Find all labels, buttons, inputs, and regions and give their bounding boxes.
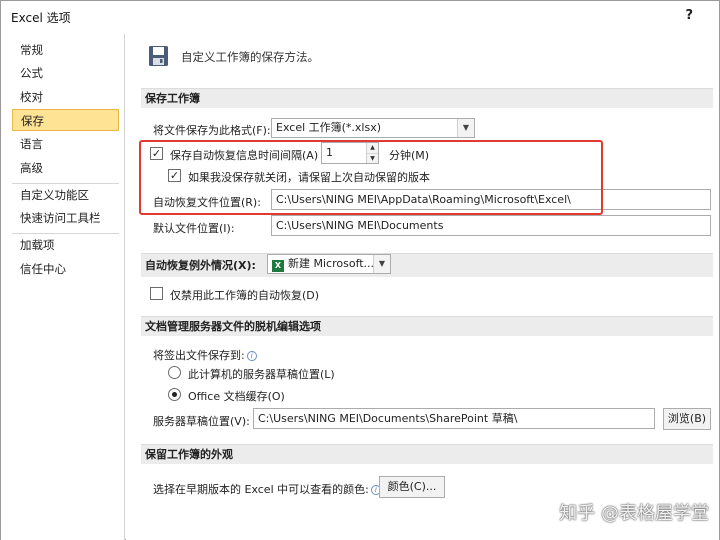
checkout-location-text: 将签出文件保存到: (153, 349, 245, 362)
checkout-location-label: 将签出文件保存到: i (153, 347, 257, 363)
autorecover-minutes-stepper[interactable]: 1 ▲ ▼ (321, 142, 379, 164)
minutes-label: 分钟(M) (389, 149, 430, 162)
autorecover-workbook-value: 新建 Microsoft... (288, 257, 375, 270)
watermark-text: 知乎 @表格屋学堂 (559, 503, 709, 524)
sidebar-item-add-ins[interactable]: 加载项 (12, 234, 119, 256)
excel-options-dialog: Excel 选项 ? 常规 公式 校对 保存 语言 高级 自定义功能区 快速访问… (0, 0, 720, 540)
colors-button[interactable]: 颜色(C)... (379, 476, 445, 498)
sidebar-item-quick-access-toolbar[interactable]: 快速访问工具栏 (12, 207, 119, 229)
autorecover-location-input[interactable]: C:\Users\NING MEI\AppData\Roaming\Micros… (271, 189, 711, 210)
keep-last-version-label: 如果我没保存就关闭，请保留上次自动保留的版本 (188, 171, 430, 184)
stepper-up-icon[interactable]: ▲ (367, 143, 378, 153)
chevron-down-icon: ▼ (373, 255, 390, 273)
server-drafts-label: 此计算机的服务器草稿位置(L) (188, 368, 335, 381)
disable-autorecover-label: 仅禁用此工作簿的自动恢复(D) (170, 289, 320, 302)
section-preserve-appearance: 保留工作簿的外观 (141, 444, 713, 464)
office-cache-label: Office 文档缓存(O) (188, 390, 285, 403)
sidebar-item-proofing[interactable]: 校对 (12, 86, 119, 108)
autorecover-checkbox[interactable]: ✓ (150, 147, 163, 160)
stepper-down-icon[interactable]: ▼ (367, 153, 378, 163)
sidebar-item-general[interactable]: 常规 (12, 39, 119, 61)
options-sidebar: 常规 公式 校对 保存 语言 高级 自定义功能区 快速访问工具栏 加载项 信任中… (1, 34, 125, 540)
section-offline-editing: 文档管理服务器文件的脱机编辑选项 (141, 316, 713, 336)
stepper-buttons: ▲ ▼ (366, 143, 378, 163)
autorecover-location-label: 自动恢复文件位置(R): (153, 196, 261, 209)
sidebar-item-advanced[interactable]: 高级 (12, 157, 119, 179)
section-save-workbooks: 保存工作簿 (141, 88, 713, 108)
window-title: Excel 选项 (11, 11, 71, 25)
page-header-text: 自定义工作簿的保存方法。 (181, 50, 319, 64)
drafts-location-label: 服务器草稿位置(V): (153, 415, 250, 428)
autorecover-minutes-value: 1 (326, 146, 333, 159)
server-drafts-radio[interactable] (168, 366, 181, 379)
sidebar-item-trust-center[interactable]: 信任中心 (12, 258, 119, 280)
save-format-label: 将文件保存为此格式(F): (153, 124, 271, 137)
browse-button[interactable]: 浏览(B) (663, 408, 711, 430)
colors-label-text: 选择在早期版本的 Excel 中可以查看的颜色: (153, 483, 369, 496)
autorecover-workbook-select[interactable]: X 新建 Microsoft... ▼ (267, 254, 391, 274)
office-cache-radio[interactable] (168, 388, 181, 401)
colors-label: 选择在早期版本的 Excel 中可以查看的颜色: i (153, 481, 381, 497)
drafts-location-input[interactable]: C:\Users\NING MEI\Documents\SharePoint 草… (253, 408, 655, 429)
default-location-label: 默认文件位置(I): (153, 222, 235, 235)
autorecover-exceptions-title: 自动恢复例外情况(X): (145, 259, 256, 272)
sidebar-item-save[interactable]: 保存 (12, 109, 119, 131)
autorecover-label: 保存自动恢复信息时间间隔(A) (170, 149, 319, 162)
save-disk-icon (149, 46, 168, 66)
keep-last-version-checkbox[interactable]: ✓ (168, 169, 181, 182)
chevron-down-icon: ▼ (457, 119, 474, 137)
radio-selected-dot (172, 392, 177, 397)
info-icon: i (246, 351, 257, 361)
disable-autorecover-checkbox[interactable] (150, 287, 163, 300)
save-format-value: Excel 工作簿(*.xlsx) (276, 121, 382, 134)
sidebar-item-customize-ribbon[interactable]: 自定义功能区 (12, 184, 119, 206)
default-location-input[interactable]: C:\Users\NING MEI\Documents (271, 215, 711, 236)
excel-icon: X (272, 260, 284, 272)
sidebar-item-formulas[interactable]: 公式 (12, 62, 119, 84)
save-format-select[interactable]: Excel 工作簿(*.xlsx) ▼ (271, 118, 475, 138)
help-button[interactable]: ? (685, 8, 693, 23)
section-autorecover-exceptions: 自动恢复例外情况(X): (141, 253, 713, 277)
title-bar: Excel 选项 ? (1, 1, 719, 33)
sidebar-item-language[interactable]: 语言 (12, 133, 119, 155)
